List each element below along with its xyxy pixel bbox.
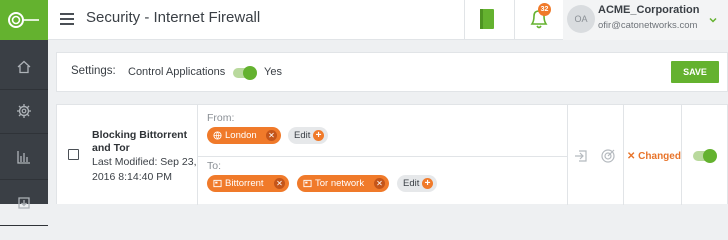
firewall-rule-row: Blocking Bittorrent and Tor Last Modifie… — [56, 104, 728, 205]
rule-last-modified: Last Modified: Sep 23, 2016 8:14:40 PM — [92, 156, 197, 183]
edit-label: Edit — [403, 178, 420, 189]
to-chip-tor-network[interactable]: Tor network ✕ — [297, 175, 389, 192]
settings-bar: Settings: Control Applications Yes SAVE — [56, 52, 728, 92]
home-icon — [17, 60, 31, 73]
to-label: To: — [207, 160, 222, 172]
add-icon: + — [422, 178, 433, 189]
row-divider — [197, 156, 567, 157]
remove-chip-icon[interactable]: ✕ — [374, 178, 385, 189]
remove-chip-icon[interactable]: ✕ — [266, 130, 277, 141]
close-icon: ✕ — [627, 151, 636, 162]
gear-icon — [17, 103, 31, 118]
app-icon — [303, 179, 312, 188]
notification-count-badge: 32 — [538, 3, 551, 16]
column-divider — [197, 105, 198, 205]
import-icon[interactable] — [573, 148, 589, 164]
header-divider — [464, 0, 465, 40]
sidebar-item-home[interactable] — [0, 44, 48, 90]
avatar: OA — [567, 5, 595, 33]
header-divider — [514, 0, 515, 40]
rule-select-checkbox[interactable] — [68, 149, 79, 160]
app-root: Security - Internet Firewall 32 OA ACME_… — [0, 0, 728, 226]
from-edit-button[interactable]: Edit + — [288, 127, 328, 144]
remove-chip-icon[interactable]: ✕ — [274, 178, 285, 189]
account-name: ACME_Corporation — [598, 4, 700, 16]
account-email: ofir@catonetworks.com — [598, 20, 698, 31]
settings-label: Settings: — [71, 65, 116, 77]
to-chip-bittorrent[interactable]: Bittorrent ✕ — [207, 175, 289, 192]
globe-icon — [213, 131, 222, 140]
app-icon — [213, 179, 222, 188]
edit-label: Edit — [294, 130, 311, 141]
from-chip-label: London — [225, 130, 257, 141]
to-chip-label: Tor network — [315, 178, 365, 189]
save-button[interactable]: SAVE — [671, 61, 719, 83]
sidebar-item-settings[interactable] — [0, 88, 48, 134]
from-label: From: — [207, 112, 235, 124]
control-applications-label: Control Applications — [128, 66, 226, 78]
to-chip-label: Bittorrent — [225, 178, 264, 189]
hamburger-menu-icon[interactable] — [60, 13, 74, 25]
rule-enabled-toggle[interactable] — [693, 149, 717, 163]
rule-status-label: Changed — [638, 151, 681, 162]
logo[interactable] — [0, 0, 48, 40]
account-menu[interactable]: OA ACME_Corporation ofir@catonetworks.co… — [563, 0, 728, 40]
add-icon: + — [313, 130, 324, 141]
sidebar-item-analytics[interactable] — [0, 134, 48, 180]
column-divider — [681, 105, 682, 205]
column-divider — [567, 105, 568, 205]
sidebar — [0, 0, 48, 226]
rule-status: ✕ Changed — [627, 151, 681, 162]
from-chip-london[interactable]: London ✕ — [207, 127, 281, 144]
notifications-bell-icon[interactable]: 32 — [528, 3, 551, 31]
rule-name: Blocking Bittorrent and Tor — [92, 129, 188, 154]
column-divider — [623, 105, 624, 205]
control-applications-value: Yes — [264, 66, 282, 78]
bar-chart-icon — [17, 150, 30, 164]
cato-logo-icon — [8, 12, 39, 28]
control-applications-toggle[interactable] — [233, 66, 257, 80]
download-icon — [18, 196, 30, 209]
tracking-target-icon[interactable] — [600, 148, 616, 164]
documentation-book-icon[interactable] — [478, 8, 496, 30]
to-edit-button[interactable]: Edit + — [397, 175, 437, 192]
chevron-down-icon[interactable] — [708, 15, 718, 25]
sidebar-item-downloads[interactable] — [0, 180, 48, 226]
top-header: Security - Internet Firewall 32 OA ACME_… — [48, 0, 728, 40]
page-title: Security - Internet Firewall — [86, 9, 261, 26]
